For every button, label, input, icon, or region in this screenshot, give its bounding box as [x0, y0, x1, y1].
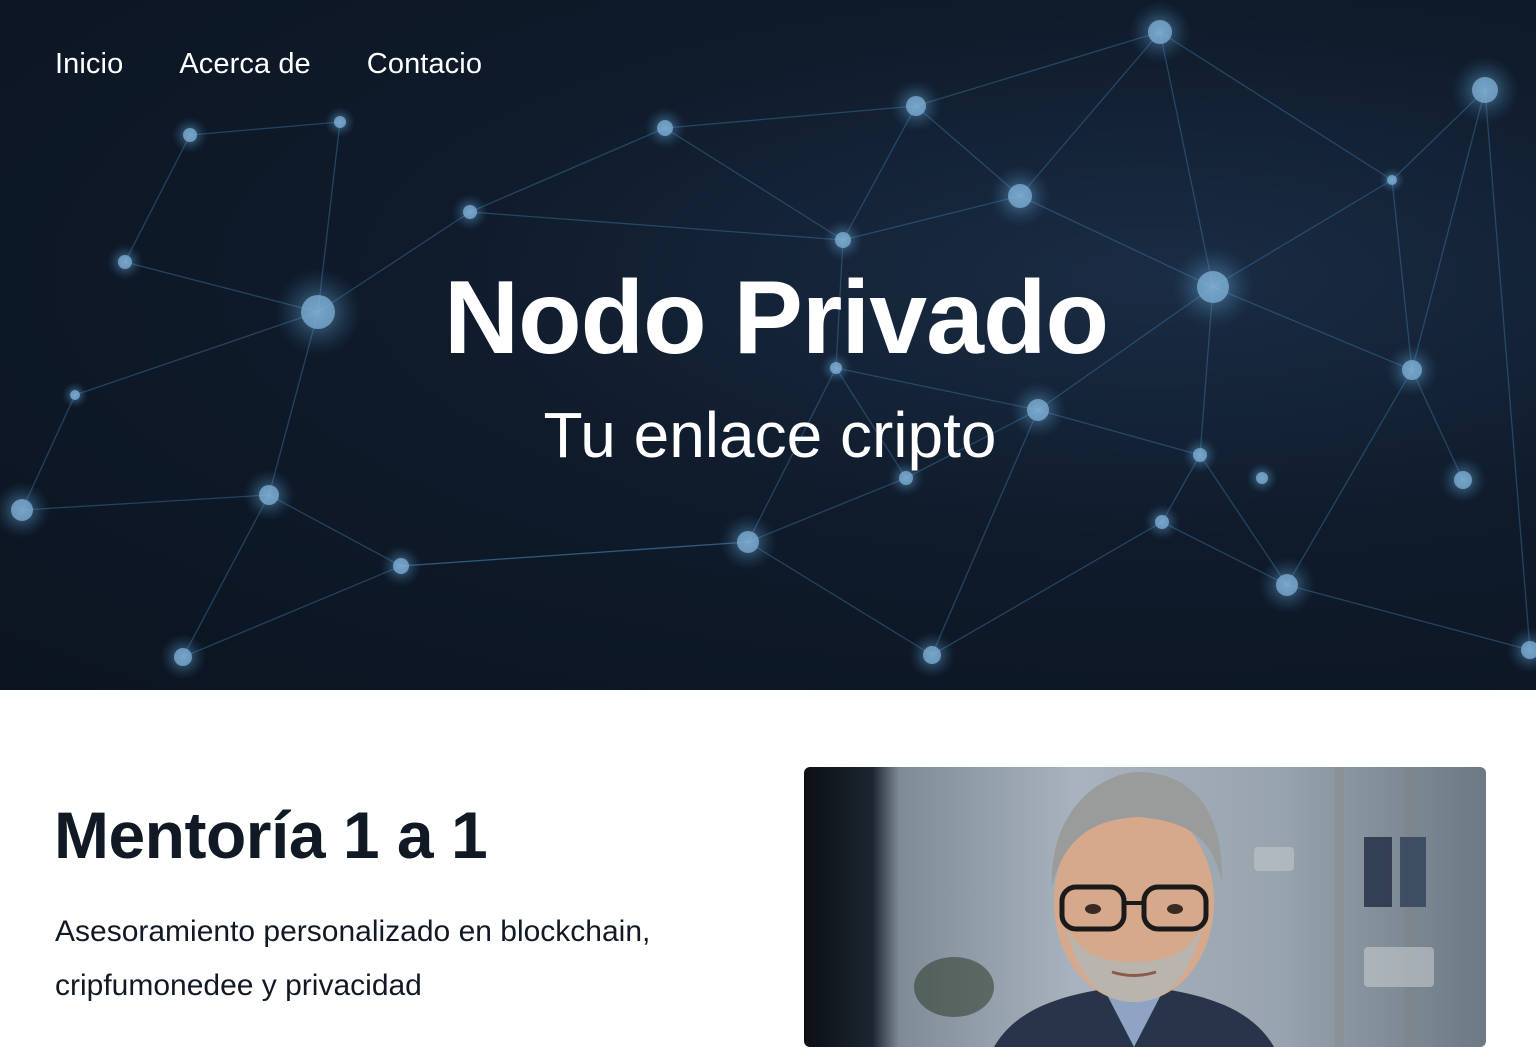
- network-edge: [189, 121, 341, 136]
- hero-section: Inicio Acerca de Contacio Nodo Privado T…: [0, 0, 1536, 690]
- network-node: [657, 120, 673, 136]
- network-edge: [124, 134, 191, 263]
- network-node: [1155, 515, 1169, 529]
- network-node: [183, 128, 197, 142]
- network-edge: [931, 521, 1163, 656]
- network-edge: [664, 105, 917, 129]
- main-nav: Inicio Acerca de Contacio: [55, 44, 538, 84]
- network-node: [259, 485, 279, 505]
- network-node: [1387, 175, 1397, 185]
- hero-subtitle: Tu enlace cripto: [543, 399, 997, 471]
- network-node: [463, 205, 477, 219]
- network-edge: [469, 127, 666, 213]
- mentoring-description: Asesoramiento personalizado en blockchai…: [55, 915, 651, 1002]
- mentor-portrait-illustration: [914, 767, 1434, 1047]
- network-node: [923, 646, 941, 664]
- nav-link-acerca-de[interactable]: Acerca de: [179, 44, 310, 84]
- nav-link-inicio[interactable]: Inicio: [55, 44, 123, 84]
- network-edge: [469, 211, 844, 241]
- network-node: [11, 499, 33, 521]
- network-node: [174, 648, 192, 666]
- network-node: [1472, 77, 1498, 103]
- network-edge: [400, 541, 749, 567]
- network-node: [393, 558, 409, 574]
- network-edge: [664, 127, 844, 241]
- network-edge: [1019, 31, 1161, 197]
- mentoring-title: Mentoría 1 a 1: [54, 798, 488, 872]
- network-edge: [1159, 31, 1393, 181]
- network-node: [835, 232, 851, 248]
- network-node: [334, 116, 346, 128]
- network-node: [1008, 184, 1032, 208]
- network-edge: [1286, 584, 1531, 651]
- network-edge: [747, 541, 933, 656]
- network-node: [1148, 20, 1172, 44]
- network-node: [737, 531, 759, 553]
- hero-title: Nodo Privado: [443, 260, 1109, 376]
- network-edge: [182, 565, 402, 658]
- network-edge: [915, 31, 1161, 107]
- network-node: [1276, 574, 1298, 596]
- network-edge: [182, 494, 270, 658]
- nav-link-contacto[interactable]: Contacio: [367, 44, 482, 84]
- network-edge: [21, 494, 270, 511]
- network-node: [906, 96, 926, 116]
- mentor-photo: [804, 767, 1486, 1047]
